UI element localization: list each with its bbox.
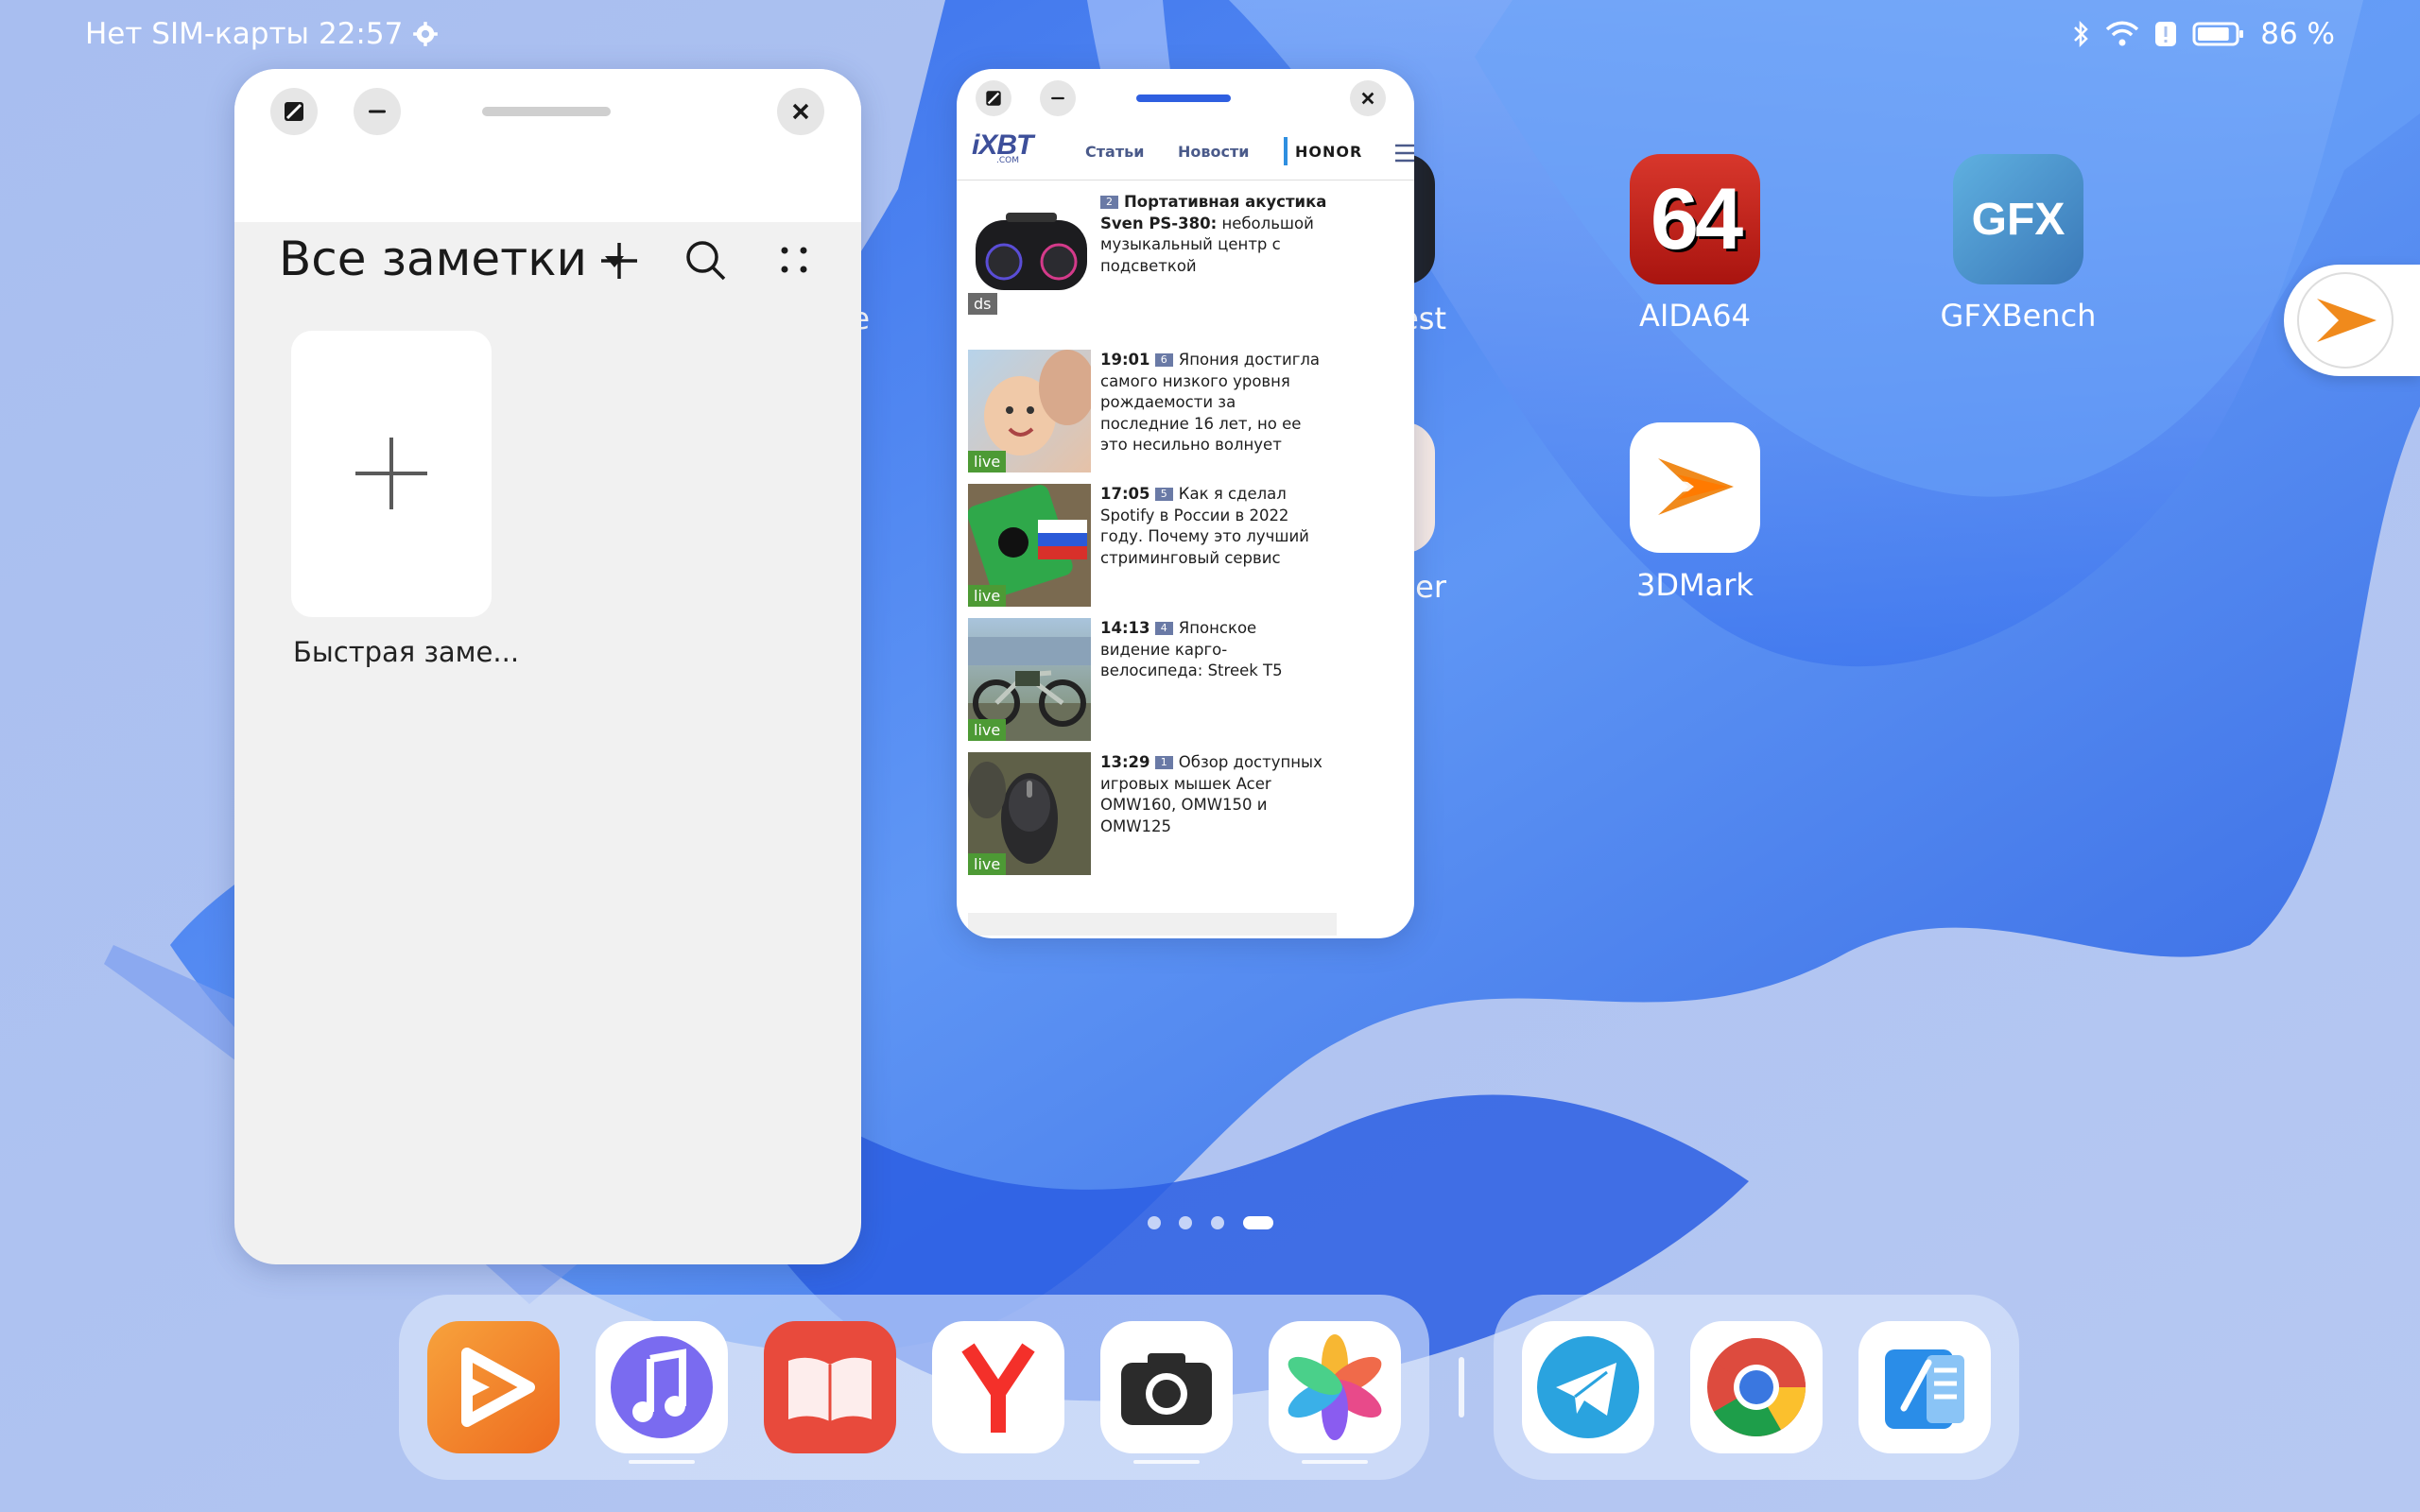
speaker-thumbnail: ds	[968, 192, 1091, 315]
alert-icon	[2155, 22, 2177, 46]
fullscreen-icon	[285, 102, 303, 121]
search-button[interactable]	[683, 237, 730, 284]
page-dot-3[interactable]	[1211, 1216, 1224, 1229]
telegram-app-icon[interactable]	[1522, 1321, 1654, 1453]
spotify-thumbnail: live	[968, 484, 1091, 607]
gfxbench-label: GFXBench	[1940, 298, 2097, 334]
music-running-indicator	[629, 1460, 695, 1464]
aida64-label: AIDA64	[1638, 298, 1751, 334]
nav-news[interactable]: Новости	[1178, 143, 1249, 161]
grid-dots-icon	[781, 247, 807, 273]
wifi-icon	[2106, 21, 2139, 46]
books-app-icon[interactable]	[764, 1321, 896, 1453]
browser-floating-window[interactable]: iXBT .COM Статьи Новости HONOR ds 2 Порта…	[957, 69, 1414, 938]
nav-articles[interactable]: Статьи	[1085, 143, 1144, 161]
page-dot-1[interactable]	[1148, 1216, 1161, 1229]
news-text: 2 Портативная акустика Sven PS-380: небол…	[1100, 193, 1327, 275]
bicycle-thumbnail: live	[968, 618, 1091, 741]
gear-icon	[413, 22, 439, 46]
add-icon	[355, 438, 427, 509]
news-item[interactable]: live 14:13 4 Японское видение карго-велос…	[968, 618, 1403, 743]
camera-running-indicator	[1133, 1460, 1200, 1464]
notes-app-icon[interactable]	[1858, 1321, 1991, 1453]
music-app-icon[interactable]	[596, 1321, 728, 1453]
notes-floating-window[interactable]: Все заметки Быстрая заме...	[234, 69, 861, 1264]
news-text: 19:01 6 Япония достигла самого низкого ур…	[1100, 351, 1321, 454]
fullscreen-button[interactable]	[270, 88, 318, 135]
notes-folder-title[interactable]: Все заметки	[279, 232, 625, 286]
fullscreen-icon	[986, 91, 1001, 106]
yandex-app-icon[interactable]	[932, 1321, 1064, 1453]
add-note-button[interactable]	[596, 237, 643, 284]
3dmark-bubble-icon	[2297, 272, 2394, 369]
video-app-icon[interactable]	[427, 1321, 560, 1453]
new-note-card[interactable]	[291, 331, 492, 617]
news-text: 13:29 1 Обзор доступных игровых мышек Ace…	[1100, 753, 1322, 835]
content-footer-strip	[968, 913, 1337, 936]
gfxbench-icon[interactable]: GFX	[1953, 154, 2083, 284]
page-dot-4-current[interactable]	[1243, 1216, 1273, 1229]
3dmark-label: 3DMark	[1636, 567, 1754, 603]
close-button[interactable]	[777, 88, 824, 135]
clock: 22:57	[318, 17, 404, 51]
close-icon	[1361, 92, 1374, 105]
browser-close-button[interactable]	[1350, 80, 1386, 116]
more-options-button[interactable]	[773, 239, 815, 281]
browser-minimize-button[interactable]	[1040, 80, 1076, 116]
nav-honor[interactable]: HONOR	[1295, 143, 1362, 161]
gallery-running-indicator	[1302, 1460, 1368, 1464]
mouse-thumbnail: live	[968, 752, 1091, 875]
news-item[interactable]: live 19:01 6 Япония достигла самого низко…	[968, 350, 1403, 474]
status-bar: Нет SIM-карты 22:57 86 %	[0, 0, 2420, 68]
battery-percent: 86 %	[2260, 17, 2335, 51]
browser-fullscreen-button[interactable]	[976, 80, 1011, 116]
aida64-icon[interactable]: 64	[1630, 154, 1760, 284]
notes-window-titlebar	[234, 69, 861, 222]
dock-divider	[1459, 1357, 1464, 1418]
close-icon	[792, 103, 809, 120]
baby-thumbnail: live	[968, 350, 1091, 472]
carrier-text: Нет SIM-карты	[85, 17, 309, 51]
site-logo[interactable]: iXBT .COM	[972, 129, 1033, 165]
news-item[interactable]: live 17:05 5 Как я сделал Spotify в Росси…	[968, 484, 1403, 609]
camera-app-icon[interactable]	[1100, 1321, 1233, 1453]
floating-app-bubble[interactable]	[2284, 265, 2420, 376]
note-card-label: Быстрая заме...	[293, 636, 520, 668]
battery-icon	[2192, 22, 2244, 46]
nav-divider	[1284, 137, 1288, 165]
chrome-app-icon[interactable]	[1690, 1321, 1823, 1453]
news-item[interactable]: live 13:29 1 Обзор доступных игровых мыше…	[968, 752, 1403, 877]
search-icon	[686, 241, 726, 281]
news-item[interactable]: ds 2 Портативная акустика Sven PS-380: не…	[968, 192, 1403, 317]
plus-icon	[601, 243, 637, 279]
window-drag-handle[interactable]	[482, 107, 611, 116]
hamburger-menu-icon[interactable]	[1393, 143, 1414, 163]
minimize-icon	[369, 110, 386, 113]
browser-drag-handle[interactable]	[1136, 94, 1231, 102]
site-navigation: iXBT .COM Статьи Новости HONOR	[957, 122, 1414, 180]
news-text: 14:13 4 Японское видение карго-велосипеда…	[1100, 619, 1283, 679]
page-dot-2[interactable]	[1179, 1216, 1192, 1229]
gallery-app-icon[interactable]	[1269, 1321, 1401, 1453]
3dmark-logo-icon	[1658, 458, 1734, 515]
news-text: 17:05 5 Как я сделал Spotify в России в 2…	[1100, 485, 1309, 567]
3dmark-icon[interactable]	[1630, 422, 1760, 553]
minimize-icon	[1051, 96, 1064, 100]
minimize-button[interactable]	[354, 88, 401, 135]
bluetooth-icon	[2074, 20, 2089, 48]
